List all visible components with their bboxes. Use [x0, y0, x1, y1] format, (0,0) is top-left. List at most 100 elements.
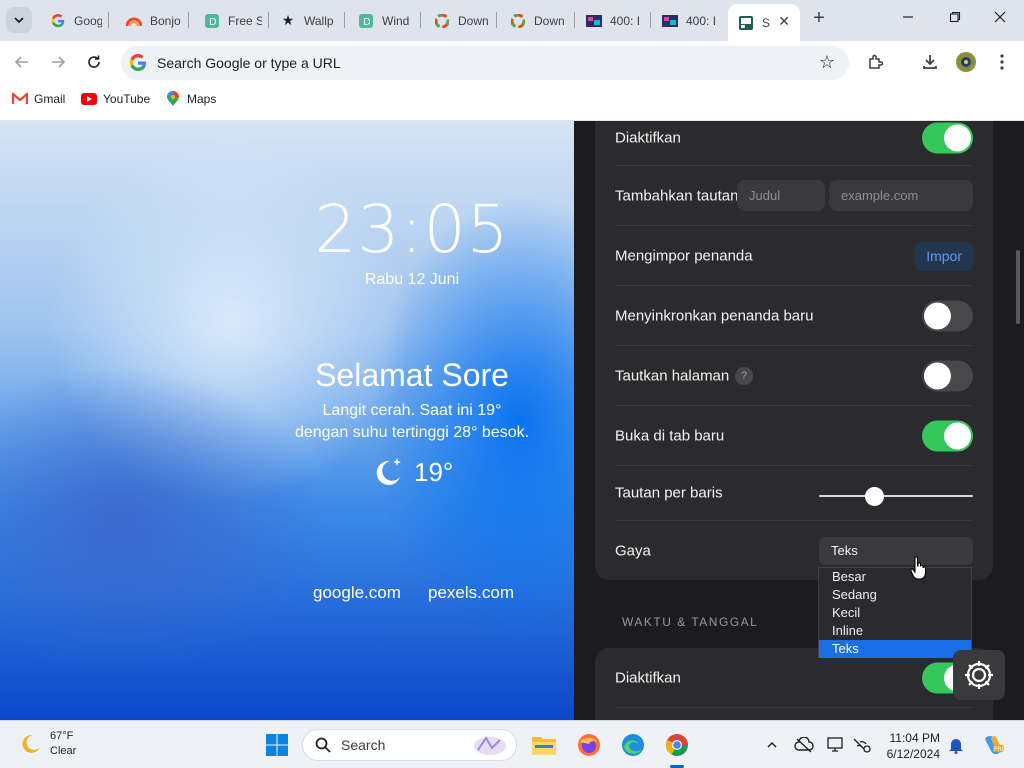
maps-icon	[165, 91, 181, 106]
links-settings-card: Diaktifkan Tambahkan tautan Mengimpor pe…	[595, 121, 993, 580]
import-button[interactable]: Impor	[915, 242, 973, 271]
browser-toolbar: ☆	[0, 41, 1024, 85]
row-link-pages: Tautkan halaman ?	[615, 346, 973, 406]
tab-error-1[interactable]: 400: I	[576, 6, 646, 35]
row-label: Tambahkan tautan	[615, 187, 739, 204]
taskbar-clock[interactable]: 11:04 PM 6/12/2024	[878, 730, 940, 762]
links-per-row-slider[interactable]	[819, 495, 973, 497]
tab-separator	[650, 12, 651, 28]
windows-start-icon[interactable]	[262, 730, 292, 760]
network-volume-icon[interactable]	[852, 735, 872, 755]
bookmark-maps[interactable]: Maps	[165, 91, 216, 106]
extensions-icon[interactable]	[865, 51, 887, 73]
bookmark-youtube[interactable]: YouTube	[81, 92, 150, 106]
omnibox[interactable]: ☆	[121, 46, 849, 80]
chevron-down-icon	[14, 17, 24, 24]
file-explorer-icon[interactable]	[529, 730, 559, 760]
svg-text:D: D	[363, 17, 371, 28]
help-icon[interactable]: ?	[735, 366, 753, 385]
link-pages-toggle[interactable]	[922, 360, 973, 391]
slider-thumb[interactable]	[864, 487, 884, 506]
google-g-icon	[50, 13, 66, 29]
taskbar-weather-widget[interactable]: 67°F Clear	[18, 729, 76, 759]
row-enabled: Diaktifkan	[615, 121, 973, 166]
notification-bell-icon[interactable]	[946, 735, 966, 755]
reload-icon[interactable]	[83, 51, 105, 73]
row-label: Tautkan halaman	[615, 367, 730, 384]
row-add-link: Tambahkan tautan	[615, 166, 973, 226]
bookmark-star-icon[interactable]: ☆	[819, 52, 835, 73]
new-tab-button[interactable]: +	[808, 8, 830, 30]
tab-title: Wind	[382, 13, 410, 28]
back-icon[interactable]	[11, 51, 33, 73]
tab-download-2[interactable]: Down	[500, 6, 570, 35]
moon-stars-icon	[376, 458, 401, 485]
youtube-icon	[81, 92, 97, 106]
chrome-icon[interactable]	[662, 730, 692, 760]
bookmark-label: YouTube	[103, 92, 151, 106]
weather-description-line2: dengan suhu tertinggi 28° besok.	[294, 424, 530, 441]
chevron-up-icon[interactable]	[762, 735, 782, 755]
edge-icon[interactable]	[618, 730, 648, 760]
profile-avatar-icon[interactable]	[955, 51, 977, 73]
close-window-icon[interactable]	[990, 10, 1010, 26]
address-input[interactable]	[157, 53, 777, 73]
tab-wallpaper[interactable]: ★ Wallp	[270, 6, 342, 35]
row-label: Diaktifkan	[615, 129, 681, 147]
gmail-icon	[12, 92, 28, 106]
link-url-input[interactable]	[829, 180, 973, 211]
tab-title: 400: I	[610, 13, 641, 28]
tab-separator	[268, 12, 269, 28]
tab-free[interactable]: D Free S	[194, 6, 262, 35]
tab-bonjour[interactable]: Bonjo	[116, 6, 182, 35]
firefox-icon[interactable]	[574, 730, 604, 760]
active-tab-icon	[738, 15, 754, 31]
restore-icon[interactable]	[945, 10, 965, 26]
link-title-input[interactable]	[737, 180, 825, 211]
row-new-tab: Buka di tab baru	[615, 406, 973, 466]
dropdown-option[interactable]: Inline	[819, 622, 971, 640]
tab-title: Down	[458, 13, 489, 28]
row-import: Mengimpor penanda Impor	[615, 226, 973, 286]
taskbar-weather-desc: Clear	[50, 745, 77, 757]
display-icon[interactable]	[826, 735, 846, 755]
bookmark-gmail[interactable]: Gmail	[12, 92, 65, 106]
moon-icon	[22, 734, 40, 753]
bookmark-label: Gmail	[34, 92, 66, 106]
tab-search-button[interactable]	[6, 7, 32, 33]
tab-windows[interactable]: D Wind	[348, 6, 416, 35]
download-icon[interactable]	[919, 51, 941, 73]
bonjour-icon	[126, 13, 142, 29]
menu-kebab-icon[interactable]	[991, 51, 1013, 73]
taskbar-search-box[interactable]: Search	[302, 729, 517, 761]
forward-icon[interactable]	[47, 51, 69, 73]
link-pexels[interactable]: pexels.com	[428, 583, 514, 603]
tab-title: Wallp	[304, 13, 334, 28]
dropdown-option[interactable]: Kecil	[819, 604, 971, 622]
row-label: Mengimpor penanda	[615, 247, 753, 264]
tab-download-1[interactable]: Down	[424, 6, 492, 35]
row-label: Diaktifkan	[615, 669, 681, 686]
dropdown-option-selected[interactable]: Teks	[819, 640, 971, 658]
new-tab-toggle[interactable]	[922, 420, 973, 451]
sync-toggle[interactable]	[922, 300, 973, 331]
link-google[interactable]: google.com	[313, 583, 401, 603]
cloud-offline-icon[interactable]	[794, 735, 814, 755]
tab-active[interactable]: S ✕	[728, 4, 800, 41]
weather-description-line1: Langit cerah. Saat ini 19°	[322, 402, 502, 419]
dropdown-option[interactable]: Besar	[819, 568, 971, 586]
tab-google[interactable]: Goog	[40, 6, 102, 35]
copilot-icon[interactable]: PRE	[980, 732, 1006, 758]
enabled-toggle[interactable]	[922, 122, 973, 154]
scrollbar-thumb[interactable]	[1016, 250, 1020, 324]
error-image-icon	[662, 13, 678, 29]
close-tab-icon[interactable]: ✕	[778, 13, 790, 30]
minimize-icon[interactable]	[898, 10, 918, 26]
row-label: Buka di tab baru	[615, 427, 725, 444]
new-tab-wallpaper: 23:05 Rabu 12 Juni Selamat Sore Langit c…	[0, 121, 574, 720]
settings-gear-button[interactable]	[953, 650, 1005, 700]
style-select[interactable]: Teks	[819, 537, 973, 565]
greeting: Selamat Sore	[315, 357, 509, 393]
tab-error-2[interactable]: 400: I	[652, 6, 722, 35]
dropdown-option[interactable]: Sedang	[819, 586, 971, 604]
